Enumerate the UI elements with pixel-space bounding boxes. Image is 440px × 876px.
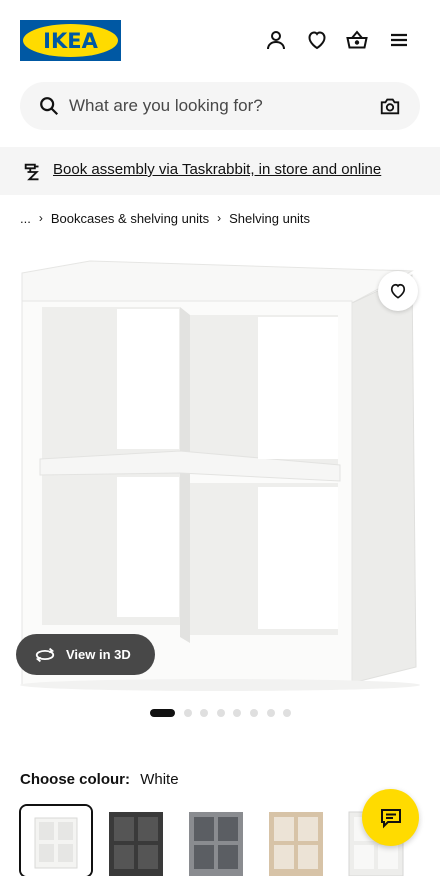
search-icon bbox=[38, 95, 60, 117]
header: IKEA bbox=[0, 0, 440, 80]
breadcrumb-item[interactable]: Bookcases & shelving units bbox=[51, 211, 209, 226]
add-to-favourites-button[interactable] bbox=[378, 271, 418, 311]
view-in-3d-label: View in 3D bbox=[66, 647, 131, 662]
camera-icon[interactable] bbox=[379, 95, 401, 117]
search-input[interactable] bbox=[69, 82, 369, 130]
logo-text: IKEA bbox=[43, 28, 98, 53]
rotate-3d-icon bbox=[34, 645, 56, 665]
carousel-dot[interactable] bbox=[249, 709, 258, 717]
chat-icon bbox=[380, 808, 401, 828]
colour-value: White bbox=[140, 771, 179, 788]
carousel-dot[interactable] bbox=[266, 709, 275, 717]
colour-label: Choose colour: bbox=[20, 771, 131, 788]
view-in-3d-button[interactable]: View in 3D bbox=[16, 634, 155, 675]
search-bar[interactable] bbox=[20, 82, 420, 130]
assembly-banner[interactable]: Book assembly via Taskrabbit, in store a… bbox=[0, 147, 440, 195]
carousel-indicator bbox=[150, 708, 300, 718]
tools-icon bbox=[22, 161, 44, 183]
carousel-dot[interactable] bbox=[183, 709, 192, 717]
carousel-dot[interactable] bbox=[216, 709, 225, 717]
carousel-dot[interactable] bbox=[233, 709, 242, 717]
colour-swatch-grey[interactable] bbox=[181, 806, 251, 876]
chevron-right-icon: › bbox=[38, 211, 43, 225]
heart-icon bbox=[390, 283, 406, 299]
ikea-logo[interactable]: IKEA bbox=[20, 20, 121, 61]
breadcrumb: ... › Bookcases & shelving units › Shelv… bbox=[20, 209, 310, 227]
colour-selector-heading: Choose colour: White bbox=[20, 771, 179, 788]
carousel-dot[interactable] bbox=[200, 709, 209, 717]
product-image[interactable] bbox=[0, 245, 440, 695]
logo-oval: IKEA bbox=[23, 24, 118, 57]
colour-swatch-black-brown[interactable] bbox=[101, 806, 171, 876]
carousel-dot[interactable] bbox=[283, 709, 292, 717]
menu-icon[interactable] bbox=[387, 28, 411, 52]
breadcrumb-ellipsis[interactable]: ... bbox=[20, 211, 31, 226]
colour-swatch-white[interactable] bbox=[21, 806, 91, 876]
carousel-dot-active[interactable] bbox=[150, 709, 175, 717]
heart-icon[interactable] bbox=[305, 28, 329, 52]
chevron-right-icon: › bbox=[217, 211, 222, 225]
chat-button[interactable] bbox=[362, 789, 419, 846]
profile-icon[interactable] bbox=[264, 28, 288, 52]
banner-link[interactable]: Book assembly via Taskrabbit, in store a… bbox=[53, 161, 381, 178]
breadcrumb-item[interactable]: Shelving units bbox=[229, 211, 310, 226]
colour-swatch-oak[interactable] bbox=[261, 806, 331, 876]
basket-icon[interactable] bbox=[345, 28, 369, 52]
